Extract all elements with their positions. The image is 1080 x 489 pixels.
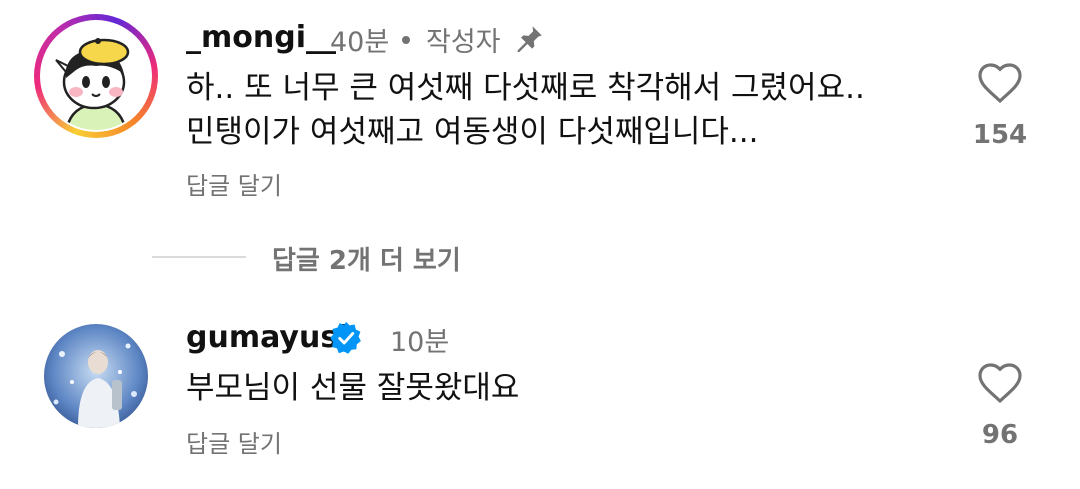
like-count: 154 bbox=[972, 120, 1028, 150]
author-badge: 작성자 bbox=[426, 27, 501, 58]
like-button[interactable] bbox=[960, 360, 1040, 408]
heart-icon bbox=[978, 63, 1022, 104]
comment-text-line: 민탱이가 여섯째고 여동생이 다섯째입니다... bbox=[186, 114, 759, 150]
comment-time: 40분 bbox=[330, 27, 390, 58]
pin-icon bbox=[512, 22, 546, 60]
cartoon-character-with-beret-avatar-icon bbox=[42, 22, 150, 130]
like-button[interactable] bbox=[960, 60, 1040, 108]
heart-icon bbox=[978, 363, 1022, 404]
person-photo-avatar[interactable] bbox=[44, 324, 148, 428]
verified-badge-icon bbox=[328, 320, 364, 360]
story-ring-avatar[interactable] bbox=[34, 14, 158, 138]
reply-button[interactable]: 답글 달기 bbox=[186, 166, 282, 201]
comment-item: gumayusi 10분 부모님이 선물 잘못왔대요 답글 달기 96 bbox=[0, 300, 1080, 489]
divider-line bbox=[152, 256, 246, 258]
comment-username[interactable]: gumayusi bbox=[186, 320, 348, 355]
comment-text-line: 하.. 또 너무 큰 여섯째 다섯째로 착각해서 그렸어요.. bbox=[186, 70, 865, 106]
reply-button[interactable]: 답글 달기 bbox=[186, 424, 282, 459]
like-count: 96 bbox=[981, 420, 1019, 450]
person-photo-avatar-icon bbox=[44, 324, 148, 428]
comment-username[interactable]: _mongi__ bbox=[186, 20, 336, 55]
view-more-replies[interactable]: 답글 2개 더 보기 bbox=[0, 230, 1080, 286]
comment-item: _mongi__ 40분 작성자 하.. 또 너무 큰 여섯째 다섯째로 착각해… bbox=[0, 0, 1080, 230]
view-more-replies-label[interactable]: 답글 2개 더 보기 bbox=[272, 240, 461, 277]
comment-text: 부모님이 선물 잘못왔대요 bbox=[186, 370, 520, 406]
comment-time: 10분 bbox=[390, 327, 450, 358]
separator-dot bbox=[402, 36, 410, 44]
